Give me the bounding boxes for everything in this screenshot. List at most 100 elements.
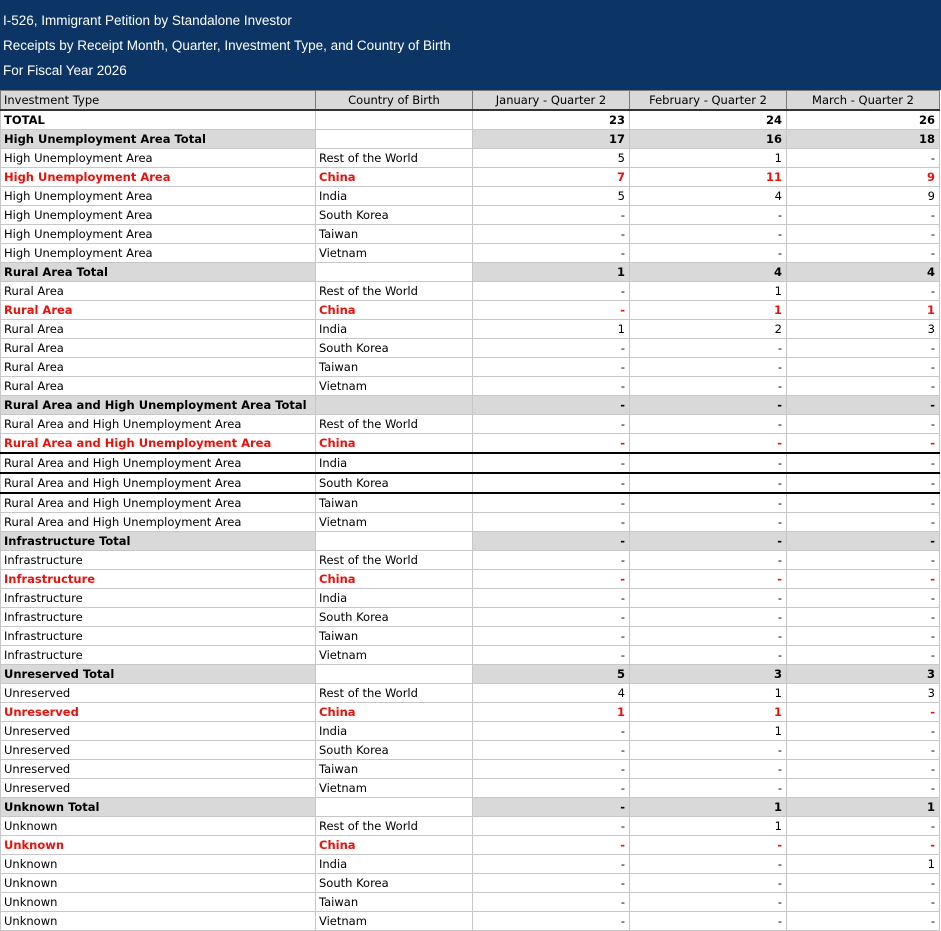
- investment-type-cell: High Unemployment Area: [0, 148, 316, 168]
- country-cell: India: [315, 452, 473, 474]
- table-row: Unknown India - -1: [0, 854, 940, 874]
- table-row: Unreserved Taiwan - - -: [0, 759, 940, 779]
- february-value-cell: 1: [629, 721, 787, 741]
- country-cell: South Korea: [315, 873, 473, 893]
- january-value-cell: -: [472, 452, 630, 474]
- investment-type-cell: Unreserved: [0, 740, 316, 760]
- february-value-cell: -: [629, 452, 787, 474]
- country-cell: India: [315, 319, 473, 339]
- january-value-cell: -: [472, 550, 630, 570]
- investment-type-cell: Unreserved: [0, 702, 316, 722]
- march-value-cell: -: [786, 338, 940, 358]
- country-cell: Rest of the World: [315, 816, 473, 836]
- investment-type-cell: Unreserved Total: [0, 664, 316, 684]
- investment-type-cell: High Unemployment Area: [0, 243, 316, 263]
- country-cell: [315, 109, 473, 130]
- february-value-cell: -: [629, 645, 787, 665]
- investment-type-cell: Infrastructure Total: [0, 531, 316, 551]
- investment-type-cell: Rural Area and High Unemployment Area: [0, 472, 316, 494]
- january-value-cell: 1: [472, 319, 630, 339]
- country-cell: Taiwan: [315, 492, 473, 513]
- january-value-cell: -: [472, 224, 630, 244]
- march-value-cell: -: [786, 588, 940, 608]
- country-cell: Taiwan: [315, 224, 473, 244]
- country-cell: Rest of the World: [315, 281, 473, 301]
- investment-type-cell: Infrastructure: [0, 645, 316, 665]
- february-value-cell: 1: [629, 816, 787, 836]
- february-value-cell: -: [629, 854, 787, 874]
- group-total-row: High Unemployment Area Total 17 16 18: [0, 129, 940, 149]
- country-cell: [315, 664, 473, 684]
- january-value-cell: -: [472, 854, 630, 874]
- total-row: TOTAL 23 24 26: [0, 109, 940, 130]
- investment-type-cell: Rural Area and High Unemployment Area: [0, 512, 316, 532]
- january-value-cell: -: [472, 531, 630, 551]
- table-row-china: Unreserved China 1 1-: [0, 702, 940, 722]
- february-value-cell: 3: [629, 664, 787, 684]
- march-value-cell: -: [786, 607, 940, 627]
- january-value-cell: -: [472, 492, 630, 513]
- investment-type-cell: Unknown Total: [0, 797, 316, 817]
- january-value-cell: 17: [472, 129, 630, 149]
- march-value-cell: -: [786, 376, 940, 396]
- february-value-cell: -: [629, 531, 787, 551]
- march-value-cell: -: [786, 569, 940, 589]
- country-cell: South Korea: [315, 740, 473, 760]
- february-value-cell: -: [629, 492, 787, 513]
- march-value-cell: 9: [786, 167, 940, 187]
- march-value-cell: -: [786, 414, 940, 434]
- investment-type-cell: Rural Area: [0, 319, 316, 339]
- investment-type-cell: High Unemployment Area: [0, 205, 316, 225]
- table-row-china: Rural Area and High Unemployment Area Chi…: [0, 433, 940, 454]
- table-row: Rural Area Taiwan - - -: [0, 357, 940, 377]
- february-value-cell: -: [629, 607, 787, 627]
- table-row: High Unemployment Area Taiwan - - -: [0, 224, 940, 244]
- investment-type-cell: Infrastructure: [0, 607, 316, 627]
- table-row: High Unemployment Area South Korea - - -: [0, 205, 940, 225]
- column-header-march: March - Quarter 2: [786, 90, 940, 111]
- march-value-cell: -: [786, 148, 940, 168]
- investment-type-cell: Infrastructure: [0, 588, 316, 608]
- february-value-cell: -: [629, 778, 787, 798]
- january-value-cell: 5: [472, 148, 630, 168]
- march-value-cell: -: [786, 702, 940, 722]
- table-row: Infrastructure India - - -: [0, 588, 940, 608]
- report-title: I-526, Immigrant Petition by Standalone …: [3, 13, 292, 28]
- january-value-cell: -: [472, 376, 630, 396]
- march-value-cell: -: [786, 492, 940, 513]
- january-value-cell: -: [472, 281, 630, 301]
- february-value-cell: -: [629, 626, 787, 646]
- february-value-cell: -: [629, 243, 787, 263]
- january-value-cell: -: [472, 414, 630, 434]
- country-cell: Vietnam: [315, 645, 473, 665]
- table-row: Unknown Rest of the World -1-: [0, 816, 940, 836]
- january-value-cell: -: [472, 816, 630, 836]
- investment-type-cell: Infrastructure: [0, 569, 316, 589]
- february-value-cell: 1: [629, 281, 787, 301]
- march-value-cell: -: [786, 626, 940, 646]
- march-value-cell: -: [786, 472, 940, 494]
- february-value-cell: -: [629, 357, 787, 377]
- country-cell: Taiwan: [315, 759, 473, 779]
- january-value-cell: 5: [472, 186, 630, 206]
- table-row: High Unemployment Area Rest of the World 5…: [0, 148, 940, 168]
- january-value-cell: 4: [472, 683, 630, 703]
- country-cell: China: [315, 835, 473, 855]
- february-value-cell: -: [629, 395, 787, 415]
- receipts-table: Investment Type Country of Birth January…: [0, 90, 940, 931]
- january-value-cell: -: [472, 797, 630, 817]
- february-value-cell: 4: [629, 186, 787, 206]
- february-value-cell: 1: [629, 300, 787, 320]
- march-value-cell: 3: [786, 664, 940, 684]
- country-cell: South Korea: [315, 205, 473, 225]
- country-cell: China: [315, 167, 473, 187]
- table-row: Unreserved India -1-: [0, 721, 940, 741]
- table-row: Infrastructure Taiwan - - -: [0, 626, 940, 646]
- table-row: Infrastructure South Korea - - -: [0, 607, 940, 627]
- february-value-cell: -: [629, 740, 787, 760]
- february-value-cell: 16: [629, 129, 787, 149]
- february-value-cell: 1: [629, 797, 787, 817]
- investment-type-cell: High Unemployment Area: [0, 186, 316, 206]
- january-value-cell: -: [472, 607, 630, 627]
- table-row: Infrastructure Rest of the World - - -: [0, 550, 940, 570]
